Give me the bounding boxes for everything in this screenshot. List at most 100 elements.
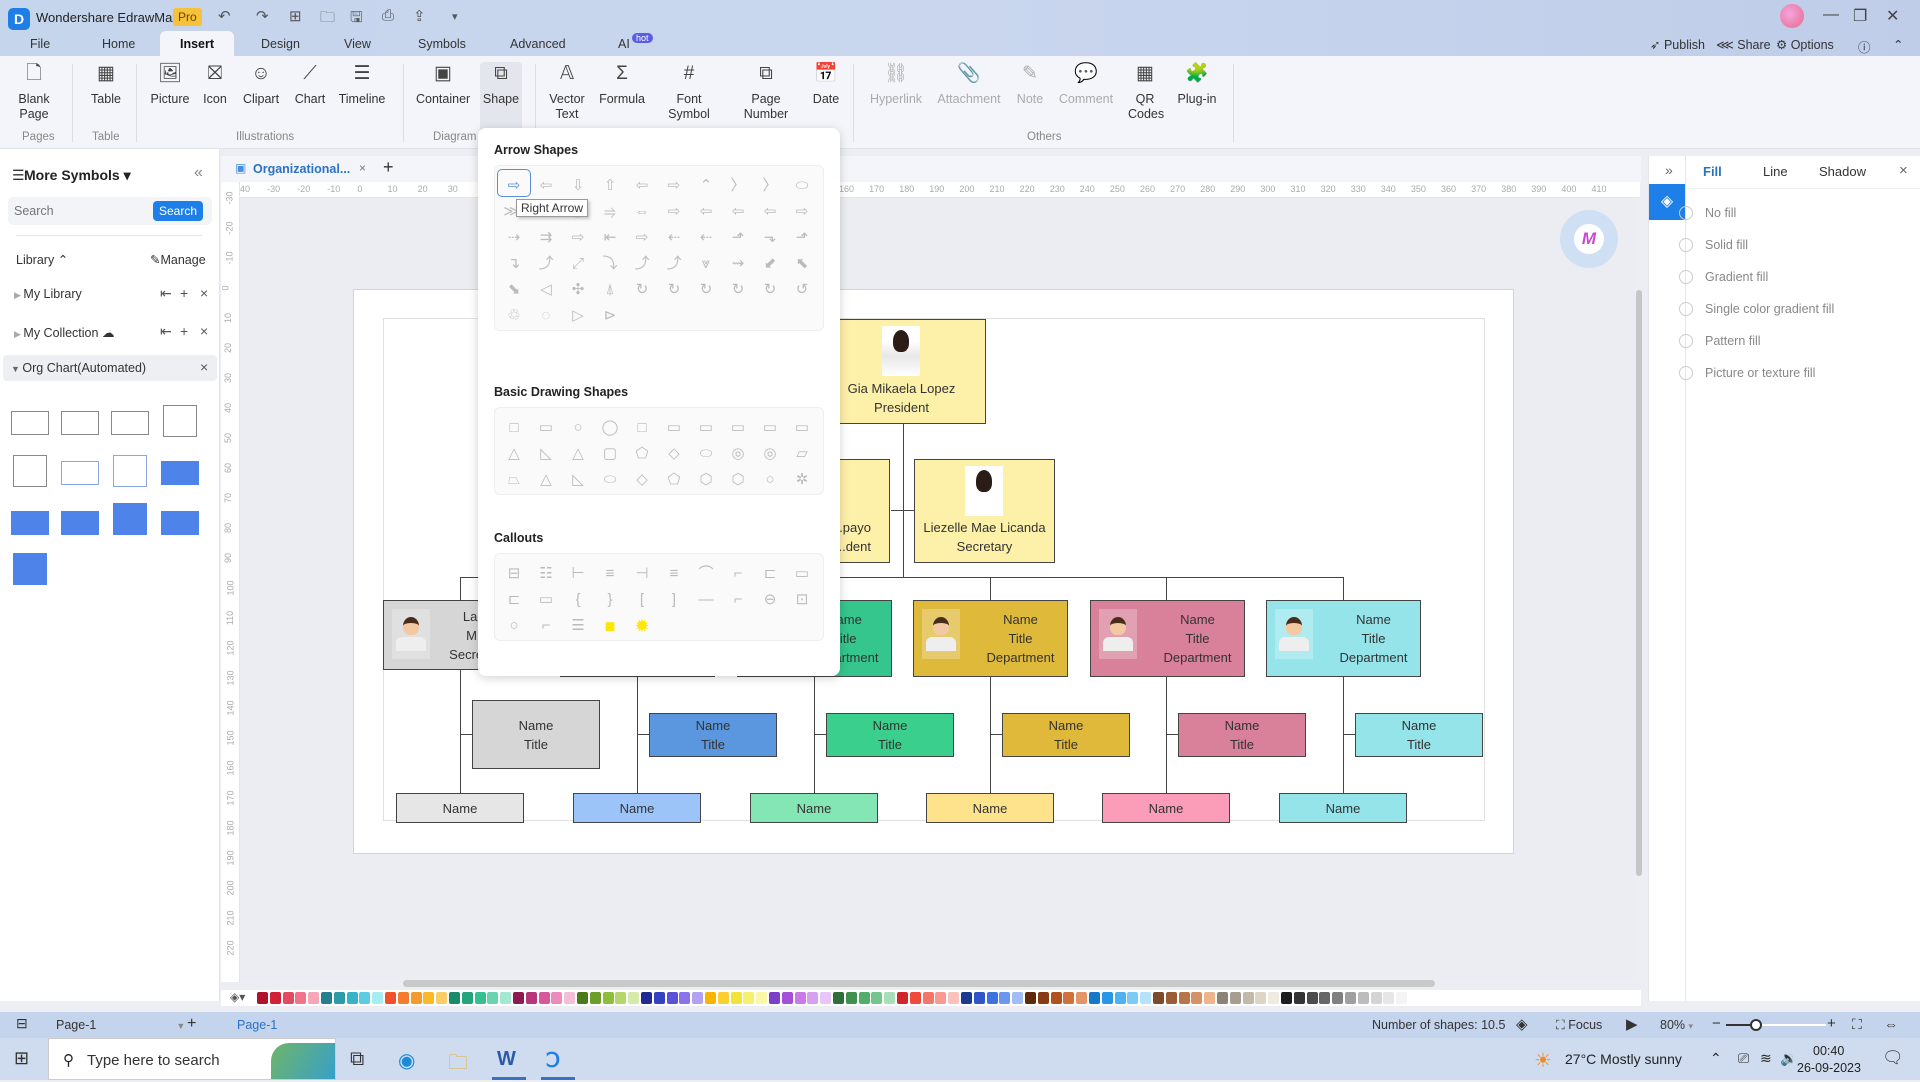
font-symbol-button[interactable]: # Font Symbol — [664, 64, 714, 122]
callout-shape-icon[interactable]: ⊟ — [498, 558, 530, 584]
zoom-out-icon[interactable]: − — [1712, 1015, 1721, 1032]
shape-button[interactable]: ⧉ Shape — [480, 62, 522, 132]
org-shape-thumb[interactable] — [11, 411, 49, 435]
org-node-sub[interactable]: Name Title — [1002, 713, 1130, 757]
org-shape-thumb[interactable] — [161, 461, 199, 485]
color-swatch[interactable] — [1165, 992, 1177, 1004]
arrow-shape-icon[interactable]: ⤴ — [530, 248, 562, 274]
color-swatch[interactable] — [602, 992, 614, 1004]
basic-shape-icon[interactable]: ◎ — [754, 438, 786, 464]
color-swatch[interactable] — [717, 992, 729, 1004]
color-swatch[interactable] — [397, 992, 409, 1004]
expand-panel-icon[interactable]: » — [1665, 162, 1673, 178]
org-node-leaf[interactable]: Name — [1102, 793, 1230, 823]
play-icon[interactable]: ▶ — [1626, 1015, 1638, 1033]
picture-button[interactable]: 🖼 Picture — [150, 64, 190, 107]
page-tab-1[interactable]: Page-1 — [237, 1018, 277, 1032]
color-swatch[interactable] — [474, 992, 486, 1004]
symbol-search-button[interactable]: Search — [153, 201, 203, 221]
color-swatch[interactable] — [385, 992, 396, 1004]
org-shape-thumb[interactable] — [163, 405, 197, 437]
arrow-shape-icon[interactable]: ⊳ — [594, 300, 626, 326]
color-swatch[interactable] — [359, 992, 371, 1004]
zoom-slider[interactable] — [1726, 1019, 1826, 1031]
close-category-icon[interactable]: × — [200, 359, 208, 375]
color-swatch[interactable] — [461, 992, 473, 1004]
fit-width-icon[interactable]: ⇔ — [1884, 1016, 1898, 1032]
edrawmax-taskbar-icon[interactable]: Ↄ — [546, 1048, 560, 1073]
color-swatch[interactable] — [1191, 992, 1203, 1004]
arrow-shape-icon[interactable]: ⇦ — [626, 170, 658, 196]
color-swatch[interactable] — [756, 992, 768, 1004]
arrow-shape-icon[interactable]: ◁ — [530, 274, 562, 300]
publish-button[interactable]: ➶ Publish — [1650, 37, 1705, 52]
color-swatch[interactable] — [833, 992, 844, 1004]
arrow-shape-icon[interactable]: ↻ — [754, 274, 786, 300]
callout-shape-icon[interactable]: ⊏ — [754, 558, 786, 584]
color-swatch[interactable] — [257, 992, 268, 1004]
taskbar-search[interactable]: ⚲ Type here to search — [48, 1038, 336, 1080]
callout-shape-icon[interactable]: ≡ — [594, 558, 626, 584]
arrow-shape-icon[interactable]: ⬏ — [786, 222, 818, 248]
add-page-icon[interactable]: + — [187, 1015, 196, 1033]
menu-tab-view[interactable]: View — [344, 37, 371, 51]
color-swatch[interactable] — [1050, 992, 1062, 1004]
color-swatch[interactable] — [973, 992, 985, 1004]
color-swatch[interactable] — [1332, 992, 1344, 1004]
color-swatch[interactable] — [871, 992, 883, 1004]
callout-shape-icon[interactable]: ⌐ — [530, 610, 562, 636]
callout-shape-icon[interactable]: ] — [658, 584, 690, 610]
zoom-select[interactable]: 80% ▾ — [1660, 1018, 1693, 1032]
close-panel-icon[interactable]: × — [1899, 162, 1908, 179]
minimize-icon[interactable]: — — [1823, 6, 1839, 24]
help-icon[interactable]: ⓘ — [1858, 37, 1871, 56]
arrow-shape-icon[interactable]: ⍋ — [594, 274, 626, 300]
arrow-shape-icon[interactable]: ⩔ — [690, 248, 722, 274]
callout-shape-icon[interactable]: } — [594, 584, 626, 610]
comment-button[interactable]: 💬 Comment — [1058, 64, 1114, 107]
edge-browser-icon[interactable]: ◉ — [398, 1048, 415, 1073]
org-shape-thumb[interactable] — [61, 411, 99, 435]
arrow-shape-icon[interactable]: ⇦ — [690, 196, 722, 222]
add-icon[interactable]: + — [180, 323, 188, 339]
color-swatch[interactable] — [1242, 992, 1254, 1004]
color-swatch[interactable] — [308, 992, 320, 1004]
arrow-shape-icon[interactable]: ↻ — [690, 274, 722, 300]
basic-shape-icon[interactable]: □ — [498, 412, 530, 438]
menu-tab-advanced[interactable]: Advanced — [510, 37, 566, 51]
arrow-shape-icon[interactable]: ⇨ — [658, 170, 690, 196]
radio-no-fill[interactable]: No fill — [1678, 206, 1736, 220]
container-button[interactable]: ▣ Container — [416, 64, 470, 107]
color-swatch[interactable] — [1229, 992, 1241, 1004]
org-shape-thumb[interactable] — [113, 455, 147, 487]
wifi-icon[interactable]: ≋ — [1760, 1050, 1772, 1067]
basic-shape-icon[interactable]: ▭ — [690, 412, 722, 438]
color-swatch[interactable] — [564, 992, 576, 1004]
callout-shape-icon[interactable]: ☷ — [530, 558, 562, 584]
basic-shape-icon[interactable]: ▭ — [786, 412, 818, 438]
more-symbols-title[interactable]: More Symbols ▾ — [24, 167, 131, 184]
library-toggle[interactable]: Library ⌃ — [16, 252, 68, 267]
callout-shape-icon[interactable]: ☰ — [562, 610, 594, 636]
org-shape-thumb[interactable] — [13, 455, 47, 487]
org-node-president[interactable]: Gia Mikaela Lopez President — [817, 319, 986, 424]
manage-button[interactable]: ✎Manage — [150, 252, 206, 267]
color-swatch[interactable] — [1396, 992, 1408, 1004]
note-button[interactable]: ✎ Note — [1014, 64, 1046, 107]
file-explorer-icon[interactable]: 🗀 — [448, 1048, 468, 1082]
color-swatch[interactable] — [1012, 992, 1024, 1004]
arrow-shape-icon[interactable]: ⇦ — [722, 196, 754, 222]
arrow-shape-icon[interactable]: ⬋ — [754, 248, 786, 274]
org-node-department[interactable]: Name Title Department — [913, 600, 1068, 677]
basic-shape-icon[interactable]: ⬡ — [690, 464, 722, 490]
basic-shape-icon[interactable]: ◯ — [594, 412, 626, 438]
chart-button[interactable]: ⟋ Chart — [293, 64, 327, 107]
callout-shape-icon[interactable]: ⌒ — [690, 558, 722, 584]
callout-shape-icon[interactable]: [ — [626, 584, 658, 610]
arrow-shape-icon[interactable]: ⇤ — [594, 222, 626, 248]
menu-tab-home[interactable]: Home — [102, 37, 135, 51]
color-swatch[interactable] — [423, 992, 435, 1004]
color-swatch[interactable] — [948, 992, 960, 1004]
menu-tab-ai[interactable]: AI — [618, 37, 630, 51]
callout-shape-icon[interactable]: ✹ — [626, 610, 658, 636]
